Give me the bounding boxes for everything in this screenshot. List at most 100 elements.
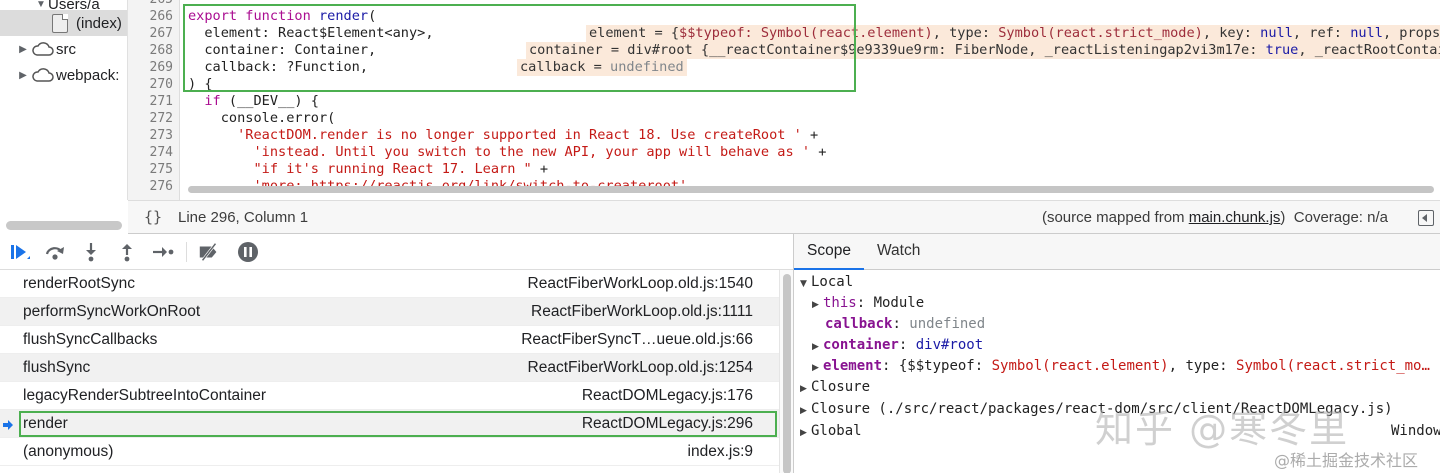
deactivate-breakpoints-icon[interactable] — [197, 241, 221, 263]
line-number[interactable]: 269 — [150, 59, 173, 76]
call-frame[interactable]: flushSync ReactFiberWorkLoop.old.js:1254 — [0, 354, 779, 382]
chevron-right-icon: ▶ — [812, 342, 819, 352]
line-number[interactable]: 272 — [150, 110, 173, 127]
editor-status-bar: {} Line 296, Column 1 (source mapped fro… — [128, 200, 1440, 234]
call-frame[interactable]: performSyncWorkOnRoot ReactFiberWorkLoop.… — [0, 298, 779, 326]
chevron-right-icon: ▶ — [19, 43, 27, 55]
frame-location[interactable]: ReactFiberWorkLoop.old.js:1111 — [531, 303, 753, 321]
toggle-sidebar-icon[interactable] — [1418, 210, 1434, 226]
scope-local[interactable]: ▼ Local — [800, 272, 853, 293]
frame-function-name: legacyRenderSubtreeIntoContainer — [23, 386, 266, 404]
line-number[interactable]: 267 — [150, 25, 173, 42]
frame-function-name: renderRootSync — [23, 274, 136, 292]
scope-closure[interactable]: ▶ Closure — [800, 377, 870, 398]
sidebar-tabs: Scope Watch — [794, 234, 1440, 270]
code-line: export function render( — [188, 8, 377, 24]
call-frame-current[interactable]: render ReactDOMLegacy.js:296 — [0, 410, 779, 438]
tab-scope[interactable]: Scope — [794, 234, 864, 270]
call-frame[interactable]: legacyRenderSubtreeIntoContainer ReactDOM… — [0, 382, 779, 410]
coverage-info: Coverage: n/a — [1293, 209, 1388, 226]
scope-global-value: Window — [1391, 423, 1440, 439]
tree-item-label: webpack: — [56, 66, 120, 84]
frame-location[interactable]: ReactDOMLegacy.js:176 — [582, 387, 753, 405]
step-icon[interactable] — [151, 241, 175, 263]
frame-function-name: flushSync — [23, 358, 91, 376]
code-line: if (__DEV__) { — [204, 93, 319, 109]
cloud-icon — [30, 68, 56, 82]
line-number[interactable]: 276 — [150, 178, 173, 195]
cursor-position: Line 296, Column 1 — [178, 208, 309, 226]
current-frame-arrow-icon — [2, 418, 14, 430]
call-stack-scrollbar[interactable] — [779, 270, 793, 473]
scrollbar-thumb[interactable] — [783, 274, 791, 473]
frame-function-name: (anonymous) — [23, 442, 114, 460]
scope-prop-container[interactable]: ▶ container: div#root — [812, 335, 983, 356]
call-frame[interactable]: flushSyncCallbacks ReactFiberSyncT…ueue.o… — [0, 326, 779, 354]
line-number[interactable]: 274 — [150, 144, 173, 161]
resume-icon[interactable] — [8, 241, 32, 263]
frame-function-name: flushSyncCallbacks — [23, 330, 158, 348]
code-line: ) { — [188, 76, 213, 92]
inline-value-callback: callback = undefined — [517, 59, 687, 76]
inline-value-element: element = {$$typeof: Symbol(react.elemen… — [586, 25, 1440, 42]
step-out-icon[interactable] — [115, 241, 139, 263]
line-number[interactable]: 268 — [150, 42, 173, 59]
frame-location[interactable]: index.js:9 — [688, 443, 753, 461]
file-icon — [52, 13, 68, 33]
scope-global[interactable]: ▶ Global — [800, 421, 862, 442]
splitter-handle[interactable] — [6, 221, 122, 230]
chevron-right-icon: ▶ — [800, 384, 807, 394]
source-map-prefix: (source mapped from — [1041, 209, 1189, 226]
frame-location[interactable]: ReactFiberWorkLoop.old.js:1540 — [528, 275, 753, 293]
step-over-icon[interactable] — [43, 241, 67, 263]
tree-item-src[interactable]: ▶ src — [16, 36, 127, 62]
code-line: callback: ?Function, — [188, 59, 369, 75]
frame-function-name: render — [23, 414, 68, 432]
toolbar-divider — [186, 242, 187, 262]
watermark-juejin: @稀土掘金技术社区 — [1274, 451, 1419, 470]
line-number[interactable]: 273 — [150, 127, 173, 144]
frame-location[interactable]: ReactFiberSyncT…ueue.old.js:66 — [521, 331, 753, 349]
tree-item-webpack[interactable]: ▶ webpack: — [16, 62, 127, 88]
sidebar-splitter[interactable] — [0, 218, 128, 234]
scope-prop-callback[interactable]: callback: undefined — [825, 314, 985, 335]
pretty-print-button[interactable]: {} — [128, 208, 178, 226]
tab-watch[interactable]: Watch — [864, 234, 933, 270]
chevron-right-icon: ▶ — [800, 406, 807, 416]
frame-location[interactable]: ReactFiberWorkLoop.old.js:1254 — [528, 359, 753, 377]
code-line: element: React$Element<any>, — [188, 25, 434, 41]
inline-value-container: container = div#root {__reactContainer$9… — [526, 42, 1440, 59]
pause-on-exceptions-icon[interactable] — [236, 241, 260, 263]
chevron-right-icon: ▶ — [800, 428, 807, 438]
code-line: 'ReactDOM.render is no longer supported … — [237, 127, 819, 143]
scope-prop-this[interactable]: ▶ this: Module — [812, 293, 924, 314]
code-line: "if it's running React 17. Learn " + — [253, 161, 549, 177]
code-editor[interactable]: 265266267268269270271272273274275276 exp… — [128, 0, 1440, 200]
horizontal-scrollbar[interactable] — [188, 186, 1434, 193]
line-number[interactable]: 270 — [150, 76, 173, 93]
chevron-right-icon: ▶ — [812, 363, 819, 373]
code-line: console.error( — [188, 110, 336, 126]
frame-location[interactable]: ReactDOMLegacy.js:296 — [582, 415, 753, 433]
scope-prop-element[interactable]: ▶ element: {$$typeof: Symbol(react.elemen… — [812, 356, 1430, 377]
tree-item-index[interactable]: (index) — [0, 10, 127, 36]
source-map-info: (source mapped from main.chunk.js) Cover… — [1042, 209, 1388, 226]
chevron-right-icon: ▶ — [812, 300, 819, 310]
source-map-link[interactable]: main.chunk.js — [1189, 209, 1281, 226]
call-frame[interactable]: renderRootSync ReactFiberWorkLoop.old.js:… — [0, 270, 779, 298]
step-into-icon[interactable] — [79, 241, 103, 263]
cloud-icon — [30, 42, 56, 56]
line-number[interactable]: 271 — [150, 93, 173, 110]
frame-function-name: performSyncWorkOnRoot — [23, 302, 201, 320]
line-number-gutter[interactable]: 265266267268269270271272273274275276 — [128, 0, 180, 200]
tree-item-label: (index) — [76, 14, 122, 32]
line-number[interactable]: 275 — [150, 161, 173, 178]
call-stack: renderRootSync ReactFiberWorkLoop.old.js:… — [0, 270, 779, 473]
chevron-down-icon: ▼ — [800, 279, 807, 289]
code-line: container: Container, — [188, 42, 377, 58]
line-number[interactable]: 265 — [150, 0, 173, 8]
line-number[interactable]: 266 — [150, 8, 173, 25]
call-frame[interactable]: (anonymous) index.js:9 — [0, 438, 779, 466]
file-tree: ▼ Users/a (index) ▶ src ▶ webpack: — [0, 0, 128, 200]
watermark-zhihu: 知乎 @寒冬里 — [1095, 407, 1350, 451]
